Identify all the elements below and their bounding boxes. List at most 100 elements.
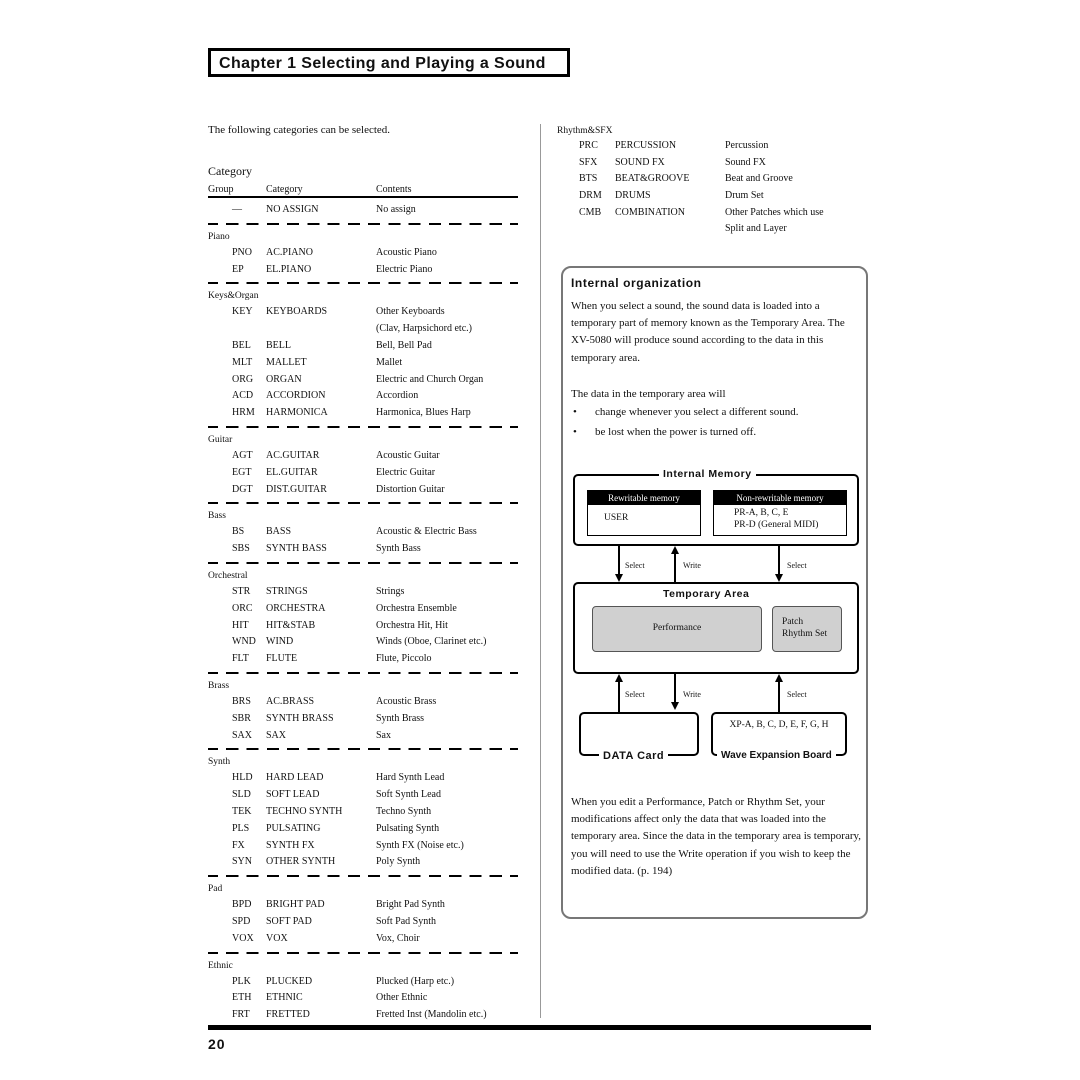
category-contents: Acoustic Piano xyxy=(376,246,437,258)
group-heading: Bass xyxy=(208,511,226,522)
category-name: FRETTED xyxy=(266,1009,310,1021)
category-contents: Other Keyboards xyxy=(376,306,445,318)
table-row: Split and Layer xyxy=(557,221,867,238)
dashed-divider xyxy=(208,748,518,751)
category-contents: Bright Pad Synth xyxy=(376,899,445,911)
user-memory-label: USER xyxy=(604,513,629,523)
category-name: STRINGS xyxy=(266,585,308,597)
arrow-up-icon xyxy=(615,674,623,682)
group-rows: PRC PERCUSSION Percussion SFX SOUND FX Sound … xyxy=(557,138,867,238)
group-heading: Orchestral xyxy=(208,570,248,581)
arrow-down-icon xyxy=(775,574,783,582)
dashed-divider xyxy=(208,561,518,564)
table-row: VOX VOX Vox, Choir xyxy=(208,931,518,948)
bullet-icon: • xyxy=(573,406,577,418)
group-code: DGT xyxy=(232,483,253,495)
page-number: 20 xyxy=(208,1036,226,1052)
category-name: SYNTH BASS xyxy=(266,543,327,555)
table-row: STR STRINGS Strings xyxy=(208,584,518,601)
table-row: MLT MALLET Mallet xyxy=(208,355,518,372)
category-contents: Harmonica, Blues Harp xyxy=(376,407,471,419)
group-code: TEK xyxy=(232,805,252,817)
group-code: EGT xyxy=(232,466,252,478)
column-divider xyxy=(540,124,541,1018)
group-heading: Ethnic xyxy=(208,960,233,971)
table-row: SBS SYNTH BASS Synth Bass xyxy=(208,541,518,558)
category-contents: Electric Guitar xyxy=(376,466,436,478)
write-arrow-down xyxy=(674,674,676,704)
category-contents: Soft Synth Lead xyxy=(376,789,441,801)
table-row: EGT EL.GUITAR Electric Guitar xyxy=(208,465,518,482)
group-code: SLD xyxy=(232,789,251,801)
arrow-up-icon xyxy=(671,546,679,554)
select-arrow-up xyxy=(618,682,620,712)
category-contents: Poly Synth xyxy=(376,856,421,868)
category-name: VOX xyxy=(266,932,288,944)
select-arrow-down xyxy=(618,546,620,576)
category-name: WIND xyxy=(266,636,294,648)
select-arrow-up xyxy=(778,682,780,712)
internal-organization-panel: Internal organization When you select a … xyxy=(561,266,868,919)
category-name: TECHNO SYNTH xyxy=(266,805,343,817)
table-row: FX SYNTH FX Synth FX (Noise etc.) xyxy=(208,838,518,855)
category-name: COMBINATION xyxy=(615,206,685,218)
category-contents: Bell, Bell Pad xyxy=(376,339,432,351)
category-name: EL.GUITAR xyxy=(266,466,318,478)
group-code: WND xyxy=(232,636,256,648)
write-label: Write xyxy=(683,561,701,570)
intro-text: The following categories can be selected… xyxy=(208,124,391,136)
group-code: EP xyxy=(232,263,244,275)
bullet-item: • change whenever you select a different … xyxy=(573,406,799,418)
table-row: DRM DRUMS Drum Set xyxy=(557,188,867,205)
category-name: SAX xyxy=(266,729,287,741)
category-name: MALLET xyxy=(266,356,307,368)
chapter-heading-box: Chapter 1 Selecting and Playing a Sound xyxy=(208,48,570,77)
group-code: AGT xyxy=(232,449,253,461)
category-contents: Hard Synth Lead xyxy=(376,772,445,784)
category-contents: Drum Set xyxy=(725,190,764,202)
category-name: NO ASSIGN xyxy=(266,204,319,215)
table-row: SPD SOFT PAD Soft Pad Synth xyxy=(208,914,518,931)
table-row: WND WIND Winds (Oboe, Clarinet etc.) xyxy=(208,634,518,651)
data-card-label: DATA Card xyxy=(599,750,669,762)
category-contents: Synth FX (Noise etc.) xyxy=(376,839,464,851)
category-contents: No assign xyxy=(376,204,416,215)
group-code: STR xyxy=(232,585,251,597)
category-name: AC.PIANO xyxy=(266,246,313,258)
bullet-item: • be lost when the power is turned off. xyxy=(573,426,757,438)
group-code: DRM xyxy=(579,190,602,202)
arrow-down-icon xyxy=(615,574,623,582)
write-label: Write xyxy=(683,690,701,699)
category-contents: Synth Bass xyxy=(376,543,421,555)
paragraph: When you edit a Performance, Patch or Rh… xyxy=(571,796,862,877)
group-code: FRT xyxy=(232,1009,250,1021)
group-heading: Synth xyxy=(208,757,231,768)
category-contents: Acoustic & Electric Bass xyxy=(376,526,477,538)
select-label: Select xyxy=(625,561,645,570)
category-contents: Acoustic Guitar xyxy=(376,449,440,461)
column-header-group: Group xyxy=(208,184,234,195)
group-code: ORC xyxy=(232,602,253,614)
table-row: PLK PLUCKED Plucked (Harp etc.) xyxy=(208,974,518,991)
category-contents: Other Ethnic xyxy=(376,992,428,1004)
group-code: FLT xyxy=(232,653,249,665)
non-rewritable-memory-cell: Non-rewritable memory PR-A, B, C, E PR-D… xyxy=(713,490,847,536)
dashed-divider xyxy=(208,875,518,878)
category-name: BRIGHT PAD xyxy=(266,899,325,911)
category-name: HIT&STAB xyxy=(266,619,316,631)
group-heading: Guitar xyxy=(208,434,233,445)
wave-expansion-board-label: Wave Expansion Board xyxy=(717,750,836,761)
group-code: SPD xyxy=(232,915,251,927)
category-contents: (Clav, Harpsichord etc.) xyxy=(376,323,472,335)
group-code: BS xyxy=(232,526,245,538)
table-row: AGT AC.GUITAR Acoustic Guitar xyxy=(208,448,518,465)
table-row: PNO AC.PIANO Acoustic Piano xyxy=(208,245,518,262)
table-row: BPD BRIGHT PAD Bright Pad Synth xyxy=(208,897,518,914)
table-row: FRT FRETTED Fretted Inst (Mandolin etc.) xyxy=(208,1007,518,1024)
internal-memory-label: Internal Memory xyxy=(659,468,756,480)
group-code: KEY xyxy=(232,306,253,318)
category-name: BELL xyxy=(266,339,291,351)
category-contents: Winds (Oboe, Clarinet etc.) xyxy=(376,636,487,648)
table-row: SFX SOUND FX Sound FX xyxy=(557,155,867,172)
table-row: DGT DIST.GUITAR Distortion Guitar xyxy=(208,482,518,499)
